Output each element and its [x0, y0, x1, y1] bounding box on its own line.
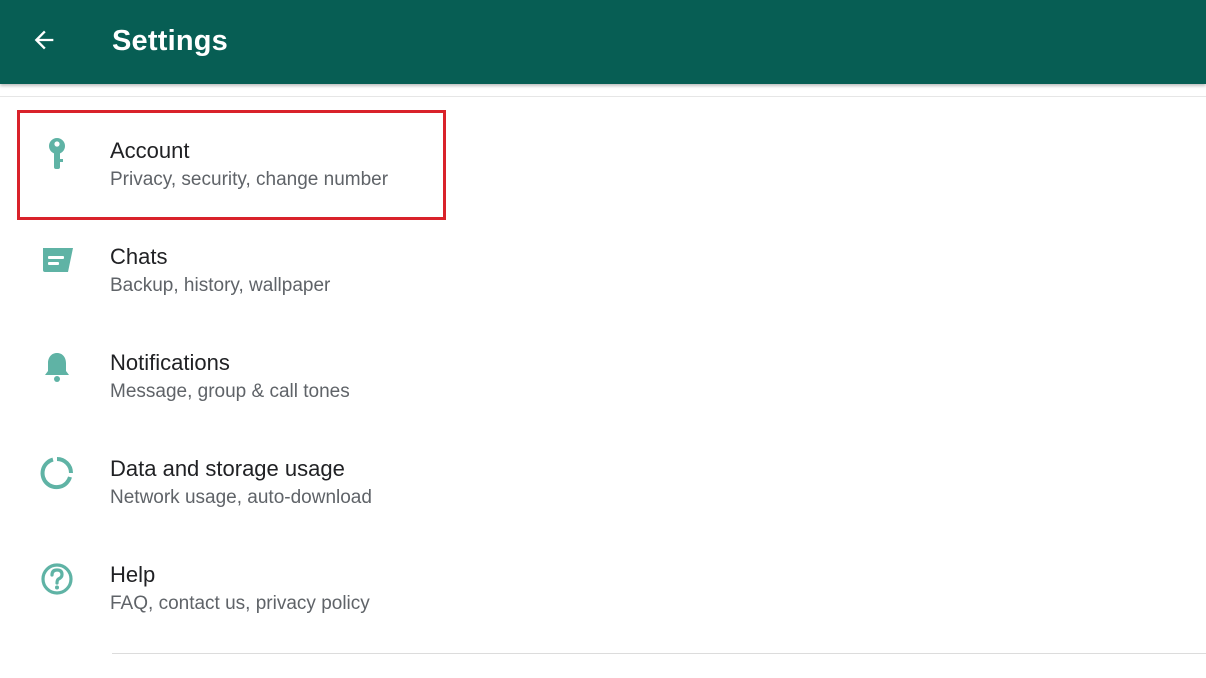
- settings-item-data-storage[interactable]: Data and storage usage Network usage, au…: [0, 415, 1206, 521]
- settings-item-subtitle: Network usage, auto-download: [110, 487, 372, 508]
- settings-item-subtitle: FAQ, contact us, privacy policy: [110, 593, 370, 614]
- app-bar: Settings: [0, 0, 1206, 84]
- settings-item-subtitle: Message, group & call tones: [110, 381, 350, 402]
- back-button[interactable]: [20, 18, 68, 62]
- help-icon: [33, 559, 81, 599]
- page-title: Settings: [112, 25, 228, 57]
- arrow-back-icon: [34, 30, 54, 50]
- key-icon: [33, 135, 81, 175]
- settings-item-chats[interactable]: Chats Backup, history, wallpaper: [0, 203, 1206, 309]
- settings-item-subtitle: Backup, history, wallpaper: [110, 275, 331, 296]
- settings-item-title: Account: [110, 138, 190, 163]
- settings-list: Account Privacy, security, change number…: [0, 97, 1206, 627]
- divider: [112, 653, 1206, 654]
- settings-item-title: Data and storage usage: [110, 456, 345, 481]
- settings-item-title: Help: [110, 562, 156, 587]
- chat-icon: [33, 241, 81, 281]
- settings-item-subtitle: Privacy, security, change number: [110, 169, 389, 190]
- settings-item-help[interactable]: Help FAQ, contact us, privacy policy: [0, 521, 1206, 627]
- data-usage-icon: [33, 453, 81, 493]
- settings-item-notifications[interactable]: Notifications Message, group & call tone…: [0, 309, 1206, 415]
- settings-item-title: Notifications: [110, 350, 230, 375]
- settings-item-account[interactable]: Account Privacy, security, change number: [0, 97, 1206, 203]
- settings-item-title: Chats: [110, 244, 168, 269]
- bell-icon: [33, 347, 81, 387]
- settings-screen: Settings Account Privacy, security, chan…: [0, 0, 1206, 678]
